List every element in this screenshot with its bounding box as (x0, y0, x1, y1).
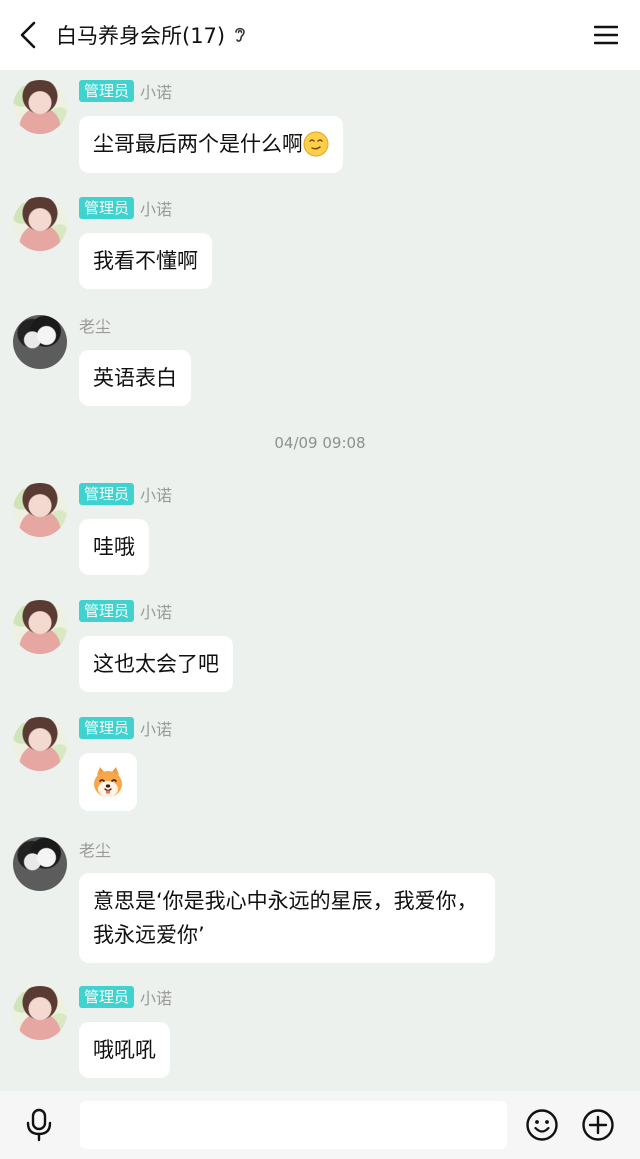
message-text: 哇哦 (93, 535, 135, 559)
message-text: 这也太会了吧 (93, 652, 219, 676)
sender-name: 小诺 (140, 200, 173, 219)
menu-button[interactable] (592, 21, 620, 49)
avatar[interactable] (13, 600, 67, 654)
sender-name: 小诺 (140, 486, 173, 505)
ear-icon[interactable] (233, 25, 247, 45)
admin-badge: 管理员 (79, 483, 135, 505)
avatar[interactable] (13, 80, 67, 134)
microphone-icon (26, 1108, 52, 1142)
voice-button[interactable] (22, 1108, 56, 1142)
message-input[interactable] (80, 1101, 507, 1149)
chevron-left-icon (20, 21, 36, 49)
avatar[interactable] (13, 717, 67, 771)
message-bubble[interactable]: 意思是‘你是我心中永远的星辰，我爱你，我永远爱你’ (79, 873, 495, 963)
admin-badge: 管理员 (79, 717, 135, 739)
avatar[interactable] (13, 837, 67, 891)
sender-name: 小诺 (140, 720, 173, 739)
message-bubble[interactable]: 哇哦 (79, 519, 149, 575)
sender-name: 小诺 (140, 989, 173, 1008)
plus-circle-icon (582, 1109, 614, 1141)
sender-name: 小诺 (140, 603, 173, 622)
message-text: 英语表白 (93, 366, 177, 390)
input-bar (0, 1091, 640, 1159)
message-bubble[interactable]: 尘哥最后两个是什么啊 (79, 116, 343, 173)
admin-badge: 管理员 (79, 80, 135, 102)
message-bubble[interactable]: 哦吼吼 (79, 1022, 170, 1078)
message-bubble[interactable]: 我看不懂啊 (79, 233, 212, 289)
emoji-button[interactable] (525, 1108, 559, 1142)
message-bubble[interactable]: 英语表白 (79, 350, 191, 406)
message-text: 尘哥最后两个是什么啊 (93, 132, 303, 156)
message-list[interactable]: 管理员 小诺 尘哥最后两个是什么啊 管理员 小诺 我看不懂啊 老尘 英语表白 0… (0, 70, 640, 1091)
avatar[interactable] (13, 986, 67, 1040)
chat-header: 白马养身会所(17) (0, 0, 640, 70)
message-text: 意思是‘你是我心中永远的星辰，我爱你，我永远爱你’ (93, 889, 478, 947)
avatar[interactable] (13, 315, 67, 369)
sender-name: 老尘 (79, 317, 112, 336)
sender-name: 小诺 (140, 83, 173, 102)
avatar[interactable] (13, 483, 67, 537)
message-bubble[interactable] (79, 753, 137, 811)
shiba-dog-face-icon (92, 765, 124, 800)
hamburger-menu-icon (594, 25, 618, 45)
back-button[interactable] (0, 0, 56, 70)
message-text: 哦吼吼 (93, 1038, 156, 1062)
admin-badge: 管理员 (79, 600, 135, 622)
smirk-face-icon (303, 128, 329, 162)
message-bubble[interactable]: 这也太会了吧 (79, 636, 233, 692)
smiley-icon (526, 1109, 558, 1141)
admin-badge: 管理员 (79, 197, 135, 219)
avatar[interactable] (13, 197, 67, 251)
sender-name: 老尘 (79, 841, 112, 860)
admin-badge: 管理员 (79, 986, 135, 1008)
group-title[interactable]: 白马养身会所(17) (56, 20, 225, 50)
more-button[interactable] (581, 1108, 615, 1142)
timestamp: 04/09 09:08 (274, 434, 366, 452)
message-text: 我看不懂啊 (93, 249, 198, 273)
